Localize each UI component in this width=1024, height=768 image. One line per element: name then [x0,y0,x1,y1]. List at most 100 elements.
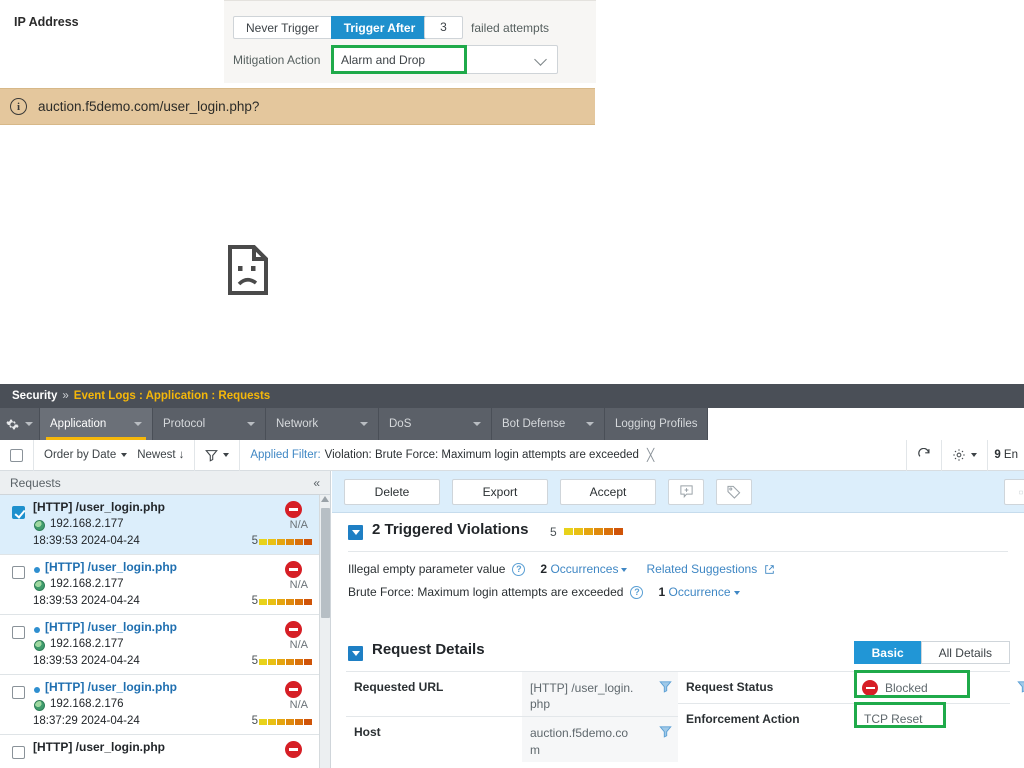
row-response: N/A [289,519,308,531]
export-button[interactable]: Export [452,478,548,505]
funnel-icon[interactable] [659,725,672,739]
filter-menu-button[interactable] [195,439,241,471]
applied-filter-value: Violation: Brute Force: Maximum login at… [324,449,639,461]
more-actions-button[interactable] [1004,479,1024,505]
chevron-down-icon [733,590,740,595]
row-url[interactable]: [HTTP] /user_login.php [45,680,177,694]
entries-count: 9 En [988,449,1024,461]
requests-scrollbar[interactable] [319,495,330,768]
refresh-icon [918,448,930,457]
funnel-icon [205,449,219,462]
collapse-panel-icon[interactable]: « [313,476,320,490]
refresh-button[interactable] [906,439,943,471]
sort-direction-label: Newest [137,449,176,461]
occurrences-dropdown[interactable]: 1 Occurrence [658,585,740,599]
globe-icon [34,520,45,531]
scroll-up-icon[interactable] [321,496,329,502]
help-icon[interactable]: ? [630,585,644,599]
severity-bar [259,599,312,605]
select-all-checkbox[interactable] [10,448,23,462]
row-checkbox[interactable] [12,566,25,579]
detail-value: Blocked [885,681,928,695]
nav-tab-network[interactable]: Network [266,408,379,440]
order-by-control[interactable]: Order by Date Newest ↓ [34,439,196,471]
nav-tab-logging-profiles[interactable]: Logging Profiles [605,408,709,440]
unread-dot-icon [34,627,40,633]
clear-filter-icon[interactable]: ╳ [647,448,654,462]
security-console: Security » Event Logs : Application : Re… [0,384,1024,768]
help-icon[interactable]: ? [512,562,526,576]
request-list-item[interactable]: [HTTP] /user_login.php 192.168.2.177 18:… [0,615,330,675]
row-url[interactable]: [HTTP] /user_login.php [45,620,177,634]
detail-key: Enforcement Action [686,712,800,726]
mitigation-action-select[interactable]: Alarm and Drop [331,45,558,74]
accept-button[interactable]: Accept [560,478,656,505]
row-checkbox[interactable] [12,746,25,759]
blocked-icon [285,561,302,578]
request-details-collapse-toggle[interactable] [348,646,363,661]
details-column-right: Request Status Blocked Enforcement Actio… [678,670,1024,762]
add-comment-button[interactable] [668,478,704,505]
detail-key: Host [354,725,381,740]
detail-value-cell: Blocked [854,670,1024,703]
detail-value: auction.f5demo.com [530,726,629,757]
blocked-icon [285,741,302,758]
gear-icon[interactable] [0,408,40,440]
row-checkbox[interactable] [12,506,25,519]
chevron-down-icon [586,422,594,426]
nav-tab-bot-defense[interactable]: Bot Defense [492,408,605,440]
tag-button[interactable] [716,478,752,505]
trigger-after-button[interactable]: Trigger After [330,16,429,39]
nav-tab-dos[interactable]: DoS [379,408,492,440]
detail-view-toggle: Basic All Details [853,641,1010,664]
nav-tab-label: DoS [389,418,412,430]
more-icon [1019,490,1023,494]
nav-tab-protocol[interactable]: Protocol [153,408,266,440]
row-ip: 192.168.2.176 [50,698,124,710]
request-list-item[interactable]: [HTTP] /user_login.php [0,735,330,768]
nav-tab-application[interactable]: Application [40,408,153,440]
request-list-item[interactable]: [HTTP] /user_login.php 192.168.2.177 18:… [0,495,330,555]
row-checkbox[interactable] [12,686,25,699]
occurrences-dropdown[interactable]: 2 Occurrences [540,562,628,576]
row-url[interactable]: [HTTP] /user_login.php [45,560,177,574]
row-ip: 192.168.2.177 [50,638,124,650]
nav-tab-label: Bot Defense [502,418,566,430]
severity-bar [259,659,312,665]
chevron-down-icon [971,453,978,457]
view-all-details-button[interactable]: All Details [920,641,1010,664]
request-list-item[interactable]: [HTTP] /user_login.php 192.168.2.177 18:… [0,555,330,615]
failed-attempts-input[interactable]: 3 [424,16,463,39]
scrollbar-thumb[interactable] [321,508,330,618]
settings-button[interactable] [942,439,989,471]
never-trigger-button[interactable]: Never Trigger [233,16,332,39]
breadcrumb-root[interactable]: Security [12,390,57,402]
applied-filter: Applied Filter: Violation: Brute Force: … [240,440,664,471]
detail-value-cell: auction.f5demo.com [522,717,678,762]
row-checkbox[interactable] [12,626,25,639]
breadcrumb: Security » Event Logs : Application : Re… [0,384,1024,408]
nav-tab-label: Logging Profiles [615,418,698,430]
request-details-title: Request Details [372,641,485,658]
sort-arrow-icon: ↓ [178,449,185,461]
violations-collapse-toggle[interactable] [348,525,363,540]
brute-force-config-panel: IP Address Never Trigger Trigger After 3… [0,0,596,83]
entries-label: En [1003,449,1018,461]
row-url: [HTTP] /user_login.php [33,740,165,754]
delete-button[interactable]: Delete [344,478,440,505]
browser-url-bar[interactable]: i auction.f5demo.com/user_login.php? [0,88,595,125]
detail-row: Requested URL [HTTP] /user_login.php [346,671,678,717]
request-list-item[interactable]: [HTTP] /user_login.php 192.168.2.176 18:… [0,675,330,735]
funnel-icon[interactable] [659,680,672,693]
occurrences-count: 2 [540,562,548,576]
funnel-icon[interactable] [1017,680,1024,693]
trigger-mode-segmented-control: Never Trigger Trigger After [233,16,429,39]
detail-value: [HTTP] /user_login.php [530,681,634,712]
toolbar-right-group: 9 En [906,439,1024,471]
details-column-left: Requested URL [HTTP] /user_login.php Hos… [346,671,678,762]
related-suggestions-link[interactable]: Related Suggestions [646,562,757,576]
nav-tab-label: Protocol [163,418,206,430]
external-link-icon[interactable] [764,564,775,575]
view-basic-button[interactable]: Basic [853,641,922,664]
screenshot-root: IP Address Never Trigger Trigger After 3… [0,0,1024,768]
